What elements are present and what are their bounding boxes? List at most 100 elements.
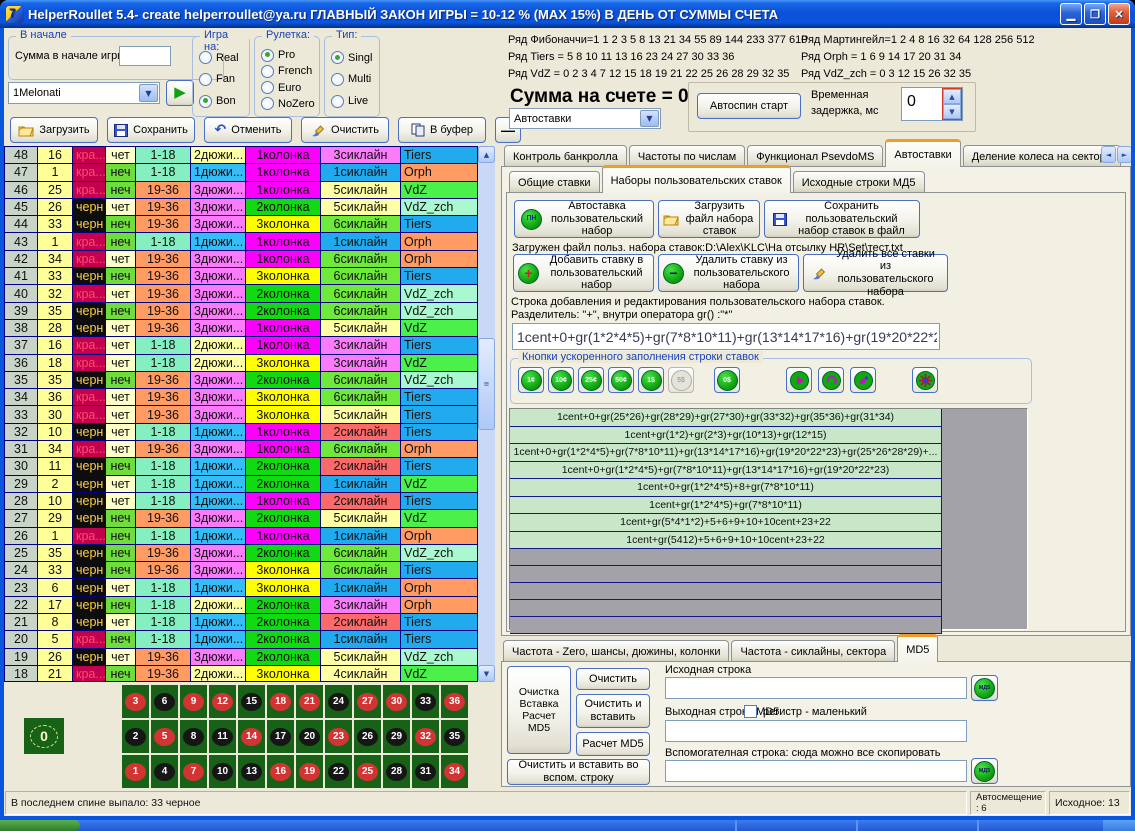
bet-list-empty-row[interactable] [510,600,942,617]
bet-list-item[interactable]: 1cent+0+gr(1*2*4*5)+gr(7*8*10*11)+gr(13*… [510,462,942,480]
tab-main-2[interactable]: Частоты по числам [629,145,745,167]
bet-list-item[interactable]: 1cent+0+gr(1*2*4*5)+8+gr(7*8*10*11) [510,479,942,497]
md5-aux-input[interactable] [665,760,967,782]
spins-table[interactable]: 4816кра...чет1-182дюжи...1колонка3сиклай… [4,146,478,682]
board-number-cell[interactable]: 21 [296,685,323,718]
board-number-cell[interactable]: 3 [122,685,149,718]
board-zero-cell[interactable]: 0 [24,718,64,754]
table-row[interactable]: 4433черннеч19-363дюжи...3колонка6сиклайн… [5,216,477,233]
strategy-select[interactable]: 1Melonati ▼ [8,82,160,104]
chip-0d[interactable]: 0$ [714,367,740,393]
radio-option-pro[interactable]: Pro [261,49,315,62]
board-number-cell[interactable]: 26 [354,720,381,753]
autobet-user-set-button[interactable]: ПН Автоставка пользовательский набор [514,200,654,238]
autobet-mode-select[interactable]: Автоставки ▼ [509,108,661,129]
radio-icon[interactable] [261,81,274,94]
board-number-cell[interactable]: 22 [325,755,352,788]
save-set-file-button[interactable]: Сохранить пользовательский набор ставок … [764,200,920,238]
board-number-cell[interactable]: 11 [209,720,236,753]
chip-50c[interactable]: 50¢ [608,367,634,393]
table-row[interactable]: 4133черннеч19-363дюжи...3колонка6сиклайн… [5,268,477,285]
scroll-up-icon[interactable]: ▲ [478,146,495,163]
table-row[interactable]: 3134кра...чет19-363дюжи...1колонка6сикла… [5,441,477,458]
toolbar-open-folder-button[interactable]: Загрузить [10,117,98,143]
table-row[interactable]: 471кра...неч1-181дюжи...1колонка1сиклайн… [5,164,477,181]
tabs-right-icon[interactable]: ► [1117,146,1131,163]
board-number-cell[interactable]: 20 [296,720,323,753]
remove-all-bets-button[interactable]: Удалить все ставки из пользовательского … [803,254,948,292]
tab-main-1[interactable]: Контроль банкролла [504,145,627,167]
board-number-cell[interactable]: 25 [354,755,381,788]
radio-option-singl[interactable]: Singl [331,51,372,64]
lowercase-checkbox[interactable] [744,705,757,718]
minimize-button[interactable]: ▁ [1060,3,1082,25]
bet-list-item[interactable]: 1cent+0+gr(25*26)+gr(28*29)+gr(27*30)+gr… [510,409,942,427]
bet-string-input[interactable] [512,323,940,350]
md5-clear-paste-calc-button[interactable]: Очистка Вставка Расчет MD5 [507,666,571,754]
table-row[interactable]: 3436кра...чет19-363дюжи...3колонка6сикла… [5,389,477,406]
table-row[interactable]: 3716кра...чет1-182дюжи...1колонка3сиклай… [5,337,477,354]
bet-list-item[interactable]: 1cent+gr(1*2*4*5)+gr(7*8*10*11) [510,497,942,515]
radio-option-nozero[interactable]: NoZero [261,97,315,110]
bet-list-item[interactable]: 1cent+0+gr(1*2*4*5)+gr(7*8*10*11)+gr(13*… [510,444,942,462]
autospin-start-button[interactable]: Автоспин старт [697,93,801,119]
star-button[interactable] [912,367,938,393]
board-number-cell[interactable]: 35 [441,720,468,753]
table-row[interactable]: 218чернчет1-181дюжи...2колонка2сиклайнTi… [5,614,477,631]
board-number-cell[interactable]: 24 [325,685,352,718]
delay-spinbox[interactable]: 0 ▲ ▼ [901,87,963,121]
radio-option-french[interactable]: French [261,65,315,78]
radio-option-euro[interactable]: Euro [261,81,315,94]
table-row[interactable]: 3535черннеч19-363дюжи...2колонка6сиклайн… [5,372,477,389]
board-number-cell[interactable]: 29 [383,720,410,753]
tab-sub-3[interactable]: Исходные строки МД5 [793,171,925,193]
bet-list-item[interactable]: 1cent+gr(1*2)+gr(2*3)+gr(10*13)+gr(12*15… [510,427,942,445]
board-number-cell[interactable]: 6 [151,685,178,718]
radio-icon[interactable] [199,51,212,64]
table-row[interactable]: 3210чернчет1-181дюжи...1колонка2сиклайнT… [5,424,477,441]
tab-bottom-3[interactable]: MD5 [897,634,938,662]
table-row[interactable]: 3011черннеч1-181дюжи...2колонка2сиклайнT… [5,458,477,475]
scroll-down-icon[interactable]: ▼ [478,665,495,682]
md5-source-input[interactable] [665,677,967,699]
table-row[interactable]: 2729черннеч19-363дюжи...2колонка5сиклайн… [5,510,477,527]
md5-clear-paste-aux-button[interactable]: Очистить и вставить во вспом. строку [507,759,650,785]
board-number-cell[interactable]: 10 [209,755,236,788]
chip-1c[interactable]: 1¢ [518,367,544,393]
chevron-down-icon[interactable]: ▼ [139,84,158,102]
table-row[interactable]: 4234кра...чет19-363дюжи...1колонка6сикла… [5,251,477,268]
board-number-cell[interactable]: 4 [151,755,178,788]
board-number-cell[interactable]: 27 [354,685,381,718]
radio-icon[interactable] [199,95,212,108]
spins-scrollbar[interactable]: ▲ ≡ ▼ [478,146,495,682]
bet-list-item[interactable]: 1cent+gr(5412)+5+6+9+10+10cent+23+22 [510,532,942,550]
md5-calc-aux-button[interactable]: МД5 [971,758,998,784]
start-sum-input[interactable] [119,46,171,66]
table-row[interactable]: 2433черннеч19-363дюжи...3колонка6сиклайн… [5,562,477,579]
md5-clear-and-paste-button[interactable]: Очистить и вставить [576,694,650,728]
chevron-down-icon[interactable]: ▼ [640,110,659,127]
board-number-cell[interactable]: 17 [267,720,294,753]
play-button[interactable] [786,367,812,393]
radio-icon[interactable] [331,95,344,108]
radio-icon[interactable] [199,73,212,86]
spin-down-icon[interactable]: ▼ [943,104,961,119]
board-number-cell[interactable]: 33 [412,685,439,718]
add-bet-button[interactable]: + Добавить ставку в пользовательский наб… [513,254,654,292]
bet-list-empty-row[interactable] [510,549,942,566]
table-row[interactable]: 2810чернчет1-181дюжи...1колонка2сиклайнT… [5,493,477,510]
chip-10c[interactable]: 10¢ [548,367,574,393]
spin-up-icon[interactable]: ▲ [943,89,961,104]
board-number-cell[interactable]: 1 [122,755,149,788]
board-number-cell[interactable]: 7 [180,755,207,788]
board-number-cell[interactable]: 32 [412,720,439,753]
radio-icon[interactable] [331,73,344,86]
board-number-cell[interactable]: 23 [325,720,352,753]
table-row[interactable]: 3330кра...чет19-363дюжи...3колонка5сикла… [5,406,477,423]
bet-list[interactable]: 1cent+0+gr(25*26)+gr(28*29)+gr(27*30)+gr… [509,408,1028,630]
board-number-cell[interactable]: 16 [267,755,294,788]
taskbar[interactable] [0,820,1135,831]
board-number-cell[interactable]: 5 [151,720,178,753]
tabs-left-icon[interactable]: ◄ [1101,146,1116,163]
md5-calc-source-button[interactable]: МД5 [971,675,998,701]
